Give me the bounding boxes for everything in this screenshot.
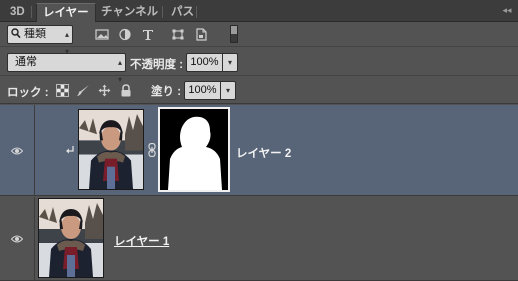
smart-object-filter-icon[interactable] — [194, 28, 208, 41]
fill-input[interactable]: 100% — [184, 81, 221, 100]
layer-name[interactable]: レイヤー 2 — [236, 145, 291, 161]
clipping-arrow-icon — [65, 145, 75, 158]
opacity-label: 不透明度 : — [130, 59, 184, 71]
visibility-column — [0, 105, 35, 195]
fill-dropdown-button[interactable]: ▾ — [221, 81, 236, 100]
lock-fill-bar: ロック : 塗り : 100% ▾ — [0, 77, 518, 104]
lock-all-icon[interactable] — [120, 84, 133, 97]
tab-paths[interactable]: パス — [165, 3, 200, 22]
lock-position-icon[interactable] — [98, 84, 111, 97]
filter-kind-select[interactable]: 種類 ▴ ▾ — [7, 25, 73, 56]
fill-label: 塗り : — [151, 86, 182, 98]
tab-separator — [31, 6, 32, 18]
type-filter-icon[interactable] — [141, 28, 155, 41]
layer-mask-thumbnail[interactable] — [158, 107, 230, 192]
filter-kind-label: 種類 — [24, 28, 46, 40]
lock-label: ロック : — [7, 87, 49, 99]
lock-image-pixels-icon[interactable] — [76, 84, 89, 97]
panel-menu-icon[interactable]: ◂◂ — [500, 4, 514, 16]
opacity-input[interactable]: 100% — [186, 53, 223, 72]
blend-opacity-bar: 通常 ▴ ▾ 不透明度 : 100% ▾ — [0, 48, 518, 84]
shape-filter-icon[interactable] — [171, 28, 185, 41]
filter-toggle-switch[interactable] — [230, 25, 238, 43]
layer-name[interactable]: レイヤー 1 — [114, 233, 169, 249]
blend-mode-value: 通常 — [15, 56, 37, 68]
layer-thumbnail[interactable] — [38, 198, 104, 278]
adjustment-filter-icon[interactable] — [118, 28, 132, 41]
panel-tab-bar: 3D レイヤー チャンネル パス ◂◂ — [0, 0, 518, 22]
layer-row[interactable]: レイヤー 1 — [0, 197, 518, 281]
eye-icon[interactable] — [10, 234, 24, 243]
layer-row[interactable]: レイヤー 2 — [0, 105, 518, 196]
eye-icon[interactable] — [10, 146, 24, 155]
mask-link-icon[interactable] — [148, 142, 156, 160]
blend-mode-select[interactable]: 通常 ▴ ▾ — [7, 53, 126, 84]
search-icon — [11, 28, 21, 45]
visibility-column — [0, 197, 35, 280]
tab-3d[interactable]: 3D — [4, 3, 31, 22]
layer-filter-bar: 種類 ▴ ▾ — [0, 22, 518, 56]
tab-channels[interactable]: チャンネル — [95, 3, 164, 22]
layer-thumbnail[interactable] — [78, 109, 144, 190]
tab-layers[interactable]: レイヤー — [36, 3, 96, 22]
opacity-dropdown-button[interactable]: ▾ — [223, 53, 238, 72]
image-filter-icon[interactable] — [95, 28, 109, 41]
lock-transparent-pixels-icon[interactable] — [56, 84, 69, 97]
tab-separator — [162, 6, 163, 18]
tab-separator — [196, 6, 197, 18]
